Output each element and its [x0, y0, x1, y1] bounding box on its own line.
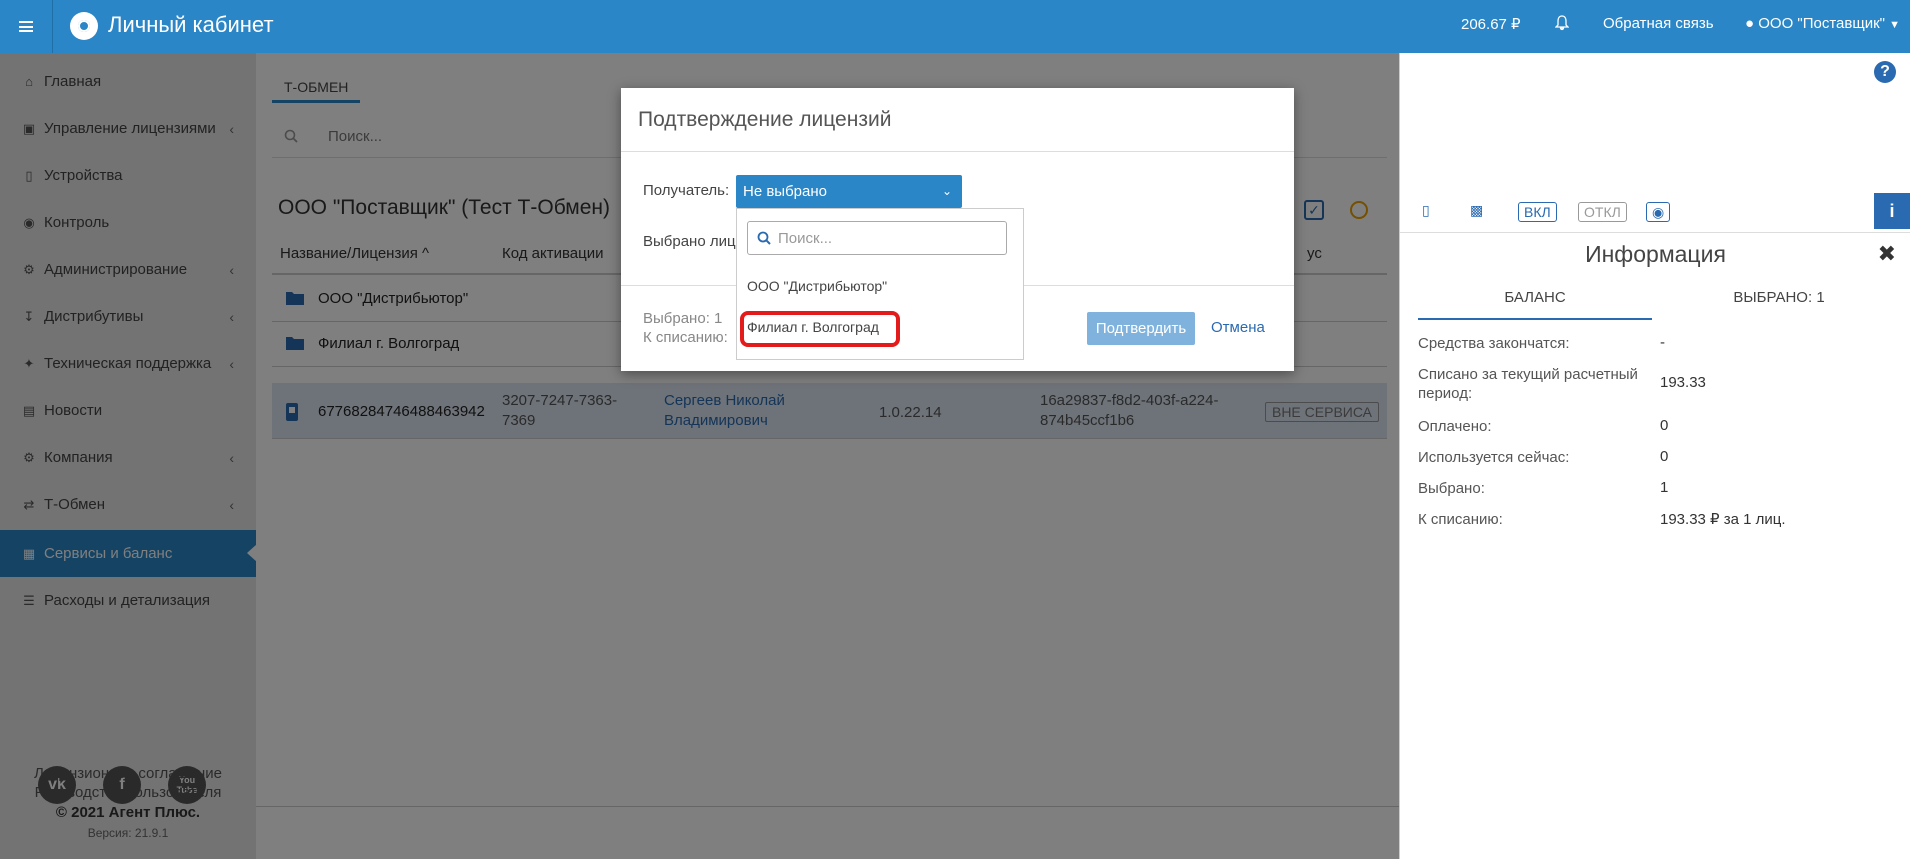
dialog-title: Подтверждение лицензий — [638, 108, 892, 131]
recipient-select[interactable]: Не выбрано ⌄ — [736, 175, 962, 208]
recipient-value: Не выбрано — [743, 183, 827, 200]
info-panel: ? ▯ ▩ ВКЛ ОТКЛ ◉ i Информация ✖ БАЛАНС В… — [1399, 53, 1910, 859]
top-bar: Личный кабинет 206.67 ₽ Обратная связь ●… — [0, 0, 1910, 53]
device-toolbar: ▯ ▩ ВКЛ ОТКЛ ◉ — [1400, 193, 1910, 233]
license-confirmation-dialog: Подтверждение лицензий Получатель: Не вы… — [621, 88, 1294, 371]
close-icon[interactable]: ✖ — [1878, 241, 1896, 267]
value-selected: 1 — [1660, 479, 1669, 496]
device-lock-icon[interactable]: ▩ — [1470, 202, 1483, 219]
chevron-down-icon: ▼ — [1889, 19, 1901, 31]
recipient-label: Получатель: — [643, 182, 730, 199]
bell-icon[interactable] — [1554, 15, 1570, 35]
dropdown-option-volgograd[interactable]: Филиал г. Волгоград — [747, 319, 879, 335]
summary-selected: Выбрано: 1 — [643, 310, 723, 327]
chevron-down-icon: ⌄ — [941, 184, 952, 198]
label-written-off: Списано за текущий расчетный период: — [1418, 366, 1638, 402]
selected-licenses-label: Выбрано лиц — [643, 233, 736, 250]
value-paid: 0 — [1660, 417, 1669, 434]
search-icon — [757, 231, 771, 245]
confirm-button[interactable]: Подтвердить — [1087, 312, 1195, 345]
tab-balance[interactable]: БАЛАНС — [1418, 289, 1652, 320]
feedback-link[interactable]: Обратная связь — [1603, 15, 1714, 32]
logo-icon — [70, 12, 98, 40]
dropdown-search-input[interactable]: Поиск... — [778, 230, 832, 247]
app-title: Личный кабинет — [108, 12, 274, 37]
divider — [621, 151, 1294, 152]
balance-amount[interactable]: 206.67 ₽ — [1461, 15, 1521, 33]
cancel-button[interactable]: Отмена — [1211, 319, 1265, 336]
label-in-use: Используется сейчас: — [1418, 449, 1570, 466]
disable-button[interactable]: ОТКЛ — [1578, 202, 1627, 222]
recipient-dropdown: Поиск... ООО "Дистрибьютор" Филиал г. Во… — [736, 208, 1024, 360]
help-icon[interactable]: ? — [1874, 61, 1896, 83]
label-funds-end: Средства закончатся: — [1418, 335, 1570, 352]
label-selected: Выбрано: — [1418, 480, 1485, 497]
eye-icon[interactable]: ◉ — [1646, 202, 1671, 222]
mobile-icon[interactable]: ▯ — [1422, 202, 1430, 219]
user-name: ООО "Поставщик" — [1758, 15, 1885, 32]
menu-toggle-button[interactable] — [0, 0, 53, 53]
user-menu[interactable]: ● ООО "Поставщик" ▼ — [1745, 15, 1900, 32]
hamburger-icon — [19, 21, 33, 32]
info-icon[interactable]: i — [1874, 193, 1910, 229]
summary-writeoff: К списанию: — [643, 329, 728, 346]
value-funds-end: - — [1660, 334, 1665, 351]
tab-selected[interactable]: ВЫБРАНО: 1 — [1662, 289, 1896, 306]
dropdown-option-distributor[interactable]: ООО "Дистрибьютор" — [747, 278, 887, 294]
panel-title: Информация — [1585, 241, 1726, 267]
value-written-off: 193.33 — [1660, 374, 1706, 391]
label-writeoff: К списанию: — [1418, 511, 1503, 528]
enable-button[interactable]: ВКЛ — [1518, 202, 1557, 222]
value-writeoff: 193.33 ₽ за 1 лиц. — [1660, 511, 1786, 528]
user-icon: ● — [1745, 15, 1755, 32]
label-paid: Оплачено: — [1418, 418, 1492, 435]
value-in-use: 0 — [1660, 448, 1669, 465]
dropdown-search-field[interactable]: Поиск... — [747, 221, 1007, 255]
